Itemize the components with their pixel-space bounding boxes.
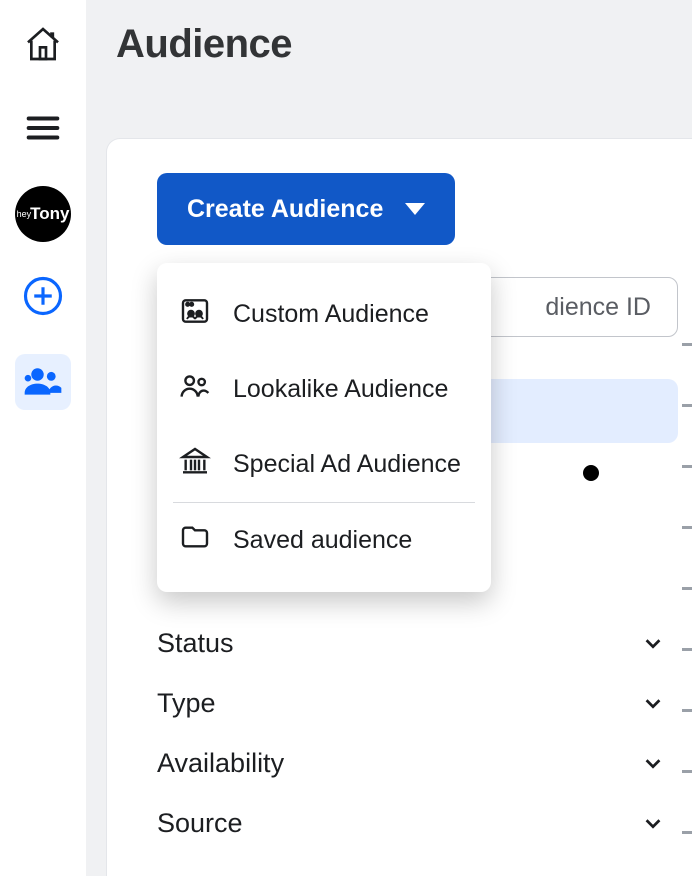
- indicator-dot: [583, 465, 599, 481]
- menu-item-saved-audience[interactable]: Saved audience: [157, 503, 491, 578]
- chevron-down-icon: [642, 812, 664, 834]
- plus-circle-icon: [22, 275, 64, 322]
- filter-availability[interactable]: Availability: [157, 733, 664, 793]
- chevron-down-icon: [642, 692, 664, 714]
- menu-item-special-ad-audience[interactable]: Special Ad Audience: [157, 427, 491, 502]
- sidebar: hey Tony: [0, 0, 86, 876]
- menu-item-label: Custom Audience: [233, 300, 429, 329]
- nav-home[interactable]: [15, 18, 71, 74]
- menu-item-lookalike-audience[interactable]: Lookalike Audience: [157, 352, 491, 427]
- account-avatar[interactable]: hey Tony: [15, 186, 71, 242]
- page-title: Audience: [86, 0, 692, 67]
- filters-section: Status Type Availability Source: [157, 613, 664, 853]
- filter-type[interactable]: Type: [157, 673, 664, 733]
- filter-label: Status: [157, 628, 234, 659]
- avatar-prefix: hey: [17, 209, 32, 219]
- caret-down-icon: [405, 203, 425, 215]
- nav-audience[interactable]: [15, 354, 71, 410]
- menu-item-label: Special Ad Audience: [233, 450, 461, 479]
- create-audience-menu: Custom Audience Lookalike Audience: [157, 263, 491, 592]
- filter-status[interactable]: Status: [157, 613, 664, 673]
- main-area: Audience Create Audience dience ID: [86, 0, 692, 876]
- custom-audience-icon: [179, 295, 211, 334]
- nav-add[interactable]: [15, 270, 71, 326]
- people-icon: [21, 358, 65, 407]
- create-audience-label: Create Audience: [187, 195, 383, 224]
- chevron-down-icon: [642, 632, 664, 654]
- nav-menu[interactable]: [15, 102, 71, 158]
- home-icon: [23, 24, 63, 69]
- hamburger-icon: [24, 109, 62, 152]
- filter-label: Type: [157, 688, 216, 719]
- folder-icon: [179, 521, 211, 560]
- content-panel: Create Audience dience ID: [106, 138, 692, 876]
- menu-item-custom-audience[interactable]: Custom Audience: [157, 277, 491, 352]
- search-visible-text: dience ID: [545, 293, 651, 322]
- avatar-name: Tony: [30, 204, 69, 224]
- chevron-down-icon: [642, 752, 664, 774]
- create-audience-button[interactable]: Create Audience: [157, 173, 455, 245]
- lookalike-icon: [179, 370, 211, 409]
- filter-source[interactable]: Source: [157, 793, 664, 853]
- filter-label: Availability: [157, 748, 284, 779]
- filter-label: Source: [157, 808, 243, 839]
- institution-icon: [179, 445, 211, 484]
- menu-item-label: Saved audience: [233, 526, 412, 555]
- edge-markers: [682, 343, 692, 876]
- menu-item-label: Lookalike Audience: [233, 375, 448, 404]
